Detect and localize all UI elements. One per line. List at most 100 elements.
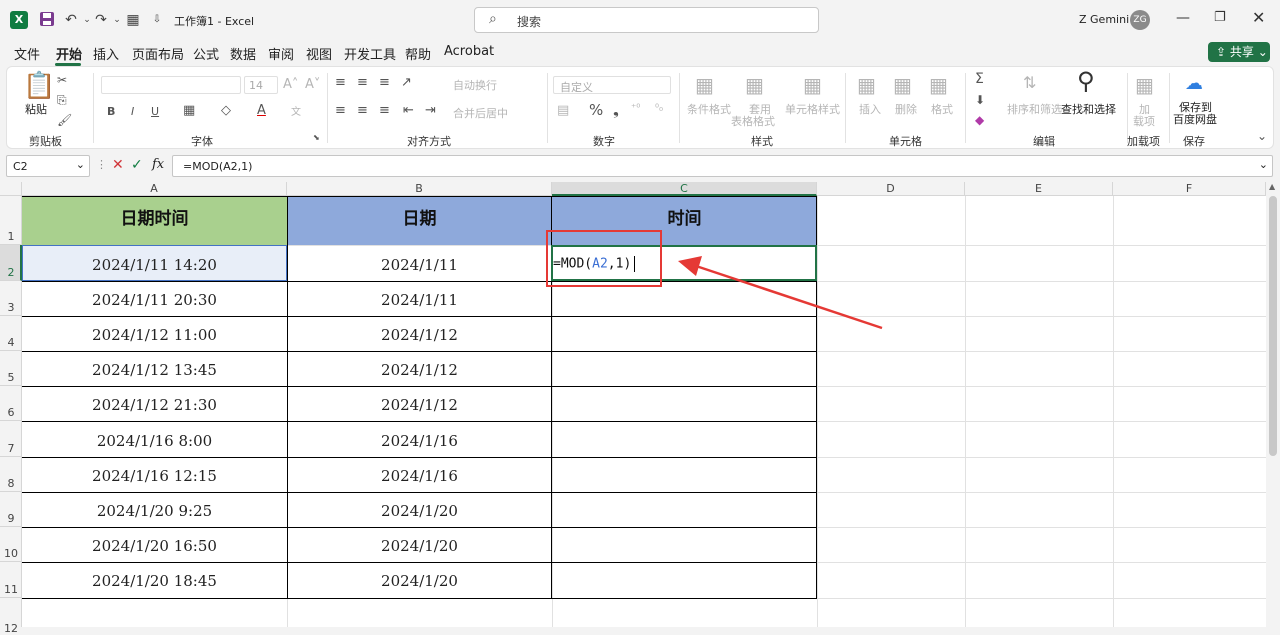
scroll-up-icon[interactable]: ▲: [1269, 182, 1275, 191]
vertical-scrollbar[interactable]: ▲: [1266, 182, 1280, 627]
sort-filter-icon[interactable]: ⇅: [1023, 73, 1036, 92]
decrease-decimal-icon[interactable]: ⁰₀: [655, 103, 663, 114]
search-input[interactable]: ⌕ 搜索: [474, 7, 819, 33]
cell-a4[interactable]: 2024/1/12 11:00: [22, 326, 287, 344]
wrap-text-button[interactable]: 自动换行: [453, 77, 497, 93]
row-header[interactable]: 12: [0, 598, 22, 635]
table-format-icon[interactable]: ▦: [745, 73, 764, 97]
cell-b3[interactable]: 2024/1/11: [287, 291, 552, 309]
name-box[interactable]: C2 ⌄: [6, 155, 90, 177]
cell-b7[interactable]: 2024/1/16: [287, 432, 552, 450]
decrease-indent-icon[interactable]: ⇤: [403, 103, 414, 118]
find-select-button[interactable]: 查找和选择: [1061, 101, 1116, 117]
align-bottom-icon[interactable]: ≡: [379, 75, 390, 90]
maximize-icon[interactable]: ❐: [1214, 10, 1226, 25]
align-center-icon[interactable]: ≡: [357, 103, 368, 118]
format-painter-icon[interactable]: 🖌: [57, 113, 72, 127]
avatar[interactable]: ZG: [1130, 10, 1150, 30]
fill-color-icon[interactable]: ◇: [221, 103, 231, 118]
insert-cells-icon[interactable]: ▦: [857, 73, 876, 97]
cell-a3[interactable]: 2024/1/11 20:30: [22, 291, 287, 309]
fill-icon[interactable]: ⬇: [975, 93, 985, 107]
cell-a2[interactable]: 2024/1/11 14:20: [22, 256, 287, 274]
accounting-format-icon[interactable]: ▤: [557, 103, 569, 118]
cell-a5[interactable]: 2024/1/12 13:45: [22, 361, 287, 379]
paste-icon[interactable]: 📋: [23, 71, 55, 101]
expand-formula-icon[interactable]: ⌄: [1259, 158, 1268, 171]
row-header[interactable]: 9: [0, 492, 22, 527]
header-cell-date[interactable]: 日期: [287, 196, 552, 245]
menu-file[interactable]: 文件: [14, 44, 40, 63]
column-header-e[interactable]: E: [965, 182, 1113, 196]
cell-b6[interactable]: 2024/1/12: [287, 396, 552, 414]
addins-icon[interactable]: ▦: [1135, 73, 1154, 97]
increase-decimal-icon[interactable]: ⁺⁰: [631, 103, 640, 114]
menu-home[interactable]: 开始: [56, 44, 82, 63]
decrease-font-icon[interactable]: A˅: [305, 77, 320, 92]
menu-help[interactable]: 帮助: [405, 44, 431, 63]
underline-button[interactable]: U: [151, 105, 159, 118]
collapse-ribbon-icon[interactable]: ⌄: [1257, 129, 1267, 143]
customize-toolbar-icon[interactable]: ⇩: [148, 11, 166, 29]
cell-a9[interactable]: 2024/1/20 9:25: [22, 502, 287, 520]
column-header-f[interactable]: F: [1113, 182, 1266, 196]
delete-cells-button[interactable]: 删除: [895, 101, 917, 117]
menu-data[interactable]: 数据: [230, 44, 256, 63]
formula-input[interactable]: =MOD(A2,1) ⌄: [172, 155, 1273, 177]
chevron-down-icon[interactable]: ⌄: [76, 158, 85, 171]
cancel-icon[interactable]: ✕: [112, 157, 124, 173]
menu-view[interactable]: 视图: [306, 44, 332, 63]
table-format-line2[interactable]: 表格格式: [731, 113, 775, 129]
delete-cells-icon[interactable]: ▦: [893, 73, 912, 97]
cell-a8[interactable]: 2024/1/16 12:15: [22, 467, 287, 485]
minimize-icon[interactable]: —: [1176, 10, 1190, 26]
cell-b9[interactable]: 2024/1/20: [287, 502, 552, 520]
conditional-format-button[interactable]: 条件格式: [687, 101, 731, 117]
bold-button[interactable]: B: [107, 105, 115, 118]
copy-icon[interactable]: ⎘: [57, 93, 67, 108]
comma-icon[interactable]: ❟: [613, 101, 619, 119]
cell-style-icon[interactable]: ▦: [803, 73, 822, 97]
menu-formulas[interactable]: 公式: [193, 44, 219, 63]
menu-page-layout[interactable]: 页面布局: [132, 44, 184, 63]
user-name[interactable]: Z Gemini: [1079, 13, 1129, 26]
column-header-b[interactable]: B: [287, 182, 552, 196]
row-header[interactable]: 4: [0, 316, 22, 351]
cell-b8[interactable]: 2024/1/16: [287, 467, 552, 485]
enter-icon[interactable]: ✓: [131, 157, 143, 173]
format-cells-button[interactable]: 格式: [931, 101, 953, 117]
column-header-d[interactable]: D: [817, 182, 965, 196]
row-header[interactable]: 3: [0, 281, 22, 316]
menu-developer[interactable]: 开发工具: [344, 44, 396, 63]
scrollbar-thumb[interactable]: [1269, 196, 1277, 456]
cell-a7[interactable]: 2024/1/16 8:00: [22, 432, 287, 450]
row-header[interactable]: 2: [0, 245, 22, 281]
align-middle-icon[interactable]: ≡: [357, 75, 368, 90]
insert-function-button[interactable]: fx: [152, 157, 164, 172]
align-left-icon[interactable]: ≡: [335, 103, 346, 118]
row-header[interactable]: 6: [0, 386, 22, 421]
cell-b2[interactable]: 2024/1/11: [287, 256, 552, 274]
percent-button[interactable]: %: [589, 101, 603, 119]
row-header[interactable]: 10: [0, 527, 22, 562]
font-name-select[interactable]: [101, 76, 241, 94]
spreadsheet-grid[interactable]: A B C D E F 1 2 3 4 5 6 7 8 9 10 11 12 日…: [0, 182, 1280, 635]
font-launcher-icon[interactable]: ⬊: [313, 133, 320, 142]
cell-style-button[interactable]: 单元格样式: [785, 101, 840, 117]
addins-line2[interactable]: 载项: [1133, 113, 1155, 129]
save-to-line2[interactable]: 百度网盘: [1173, 111, 1217, 127]
row-header[interactable]: 11: [0, 562, 22, 598]
menu-insert[interactable]: 插入: [93, 44, 119, 63]
phonetic-icon[interactable]: 文: [291, 103, 301, 118]
cell-a6[interactable]: 2024/1/12 21:30: [22, 396, 287, 414]
row-header[interactable]: 8: [0, 457, 22, 492]
increase-font-icon[interactable]: A˄: [283, 77, 298, 92]
column-header-a[interactable]: A: [22, 182, 287, 196]
align-right-icon[interactable]: ≡: [379, 103, 390, 118]
orientation-icon[interactable]: ↗: [401, 75, 412, 90]
italic-button[interactable]: I: [131, 105, 134, 118]
row-header[interactable]: 5: [0, 351, 22, 386]
menu-review[interactable]: 审阅: [268, 44, 294, 63]
cell-b4[interactable]: 2024/1/12: [287, 326, 552, 344]
conditional-format-icon[interactable]: ▦: [695, 73, 714, 97]
